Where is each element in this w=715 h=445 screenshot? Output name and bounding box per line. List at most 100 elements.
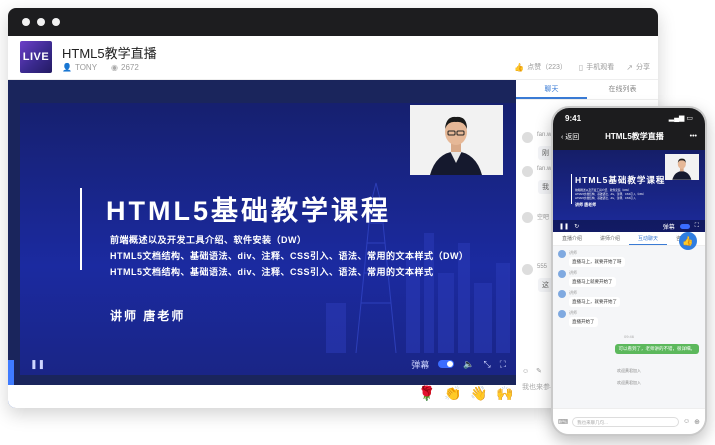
tab-live-intro[interactable]: 直播介绍 xyxy=(553,232,591,245)
chat-name: 555 xyxy=(537,264,548,270)
more-icon[interactable]: ••• xyxy=(690,133,697,140)
phone-nav-title: HTML5教学直播 xyxy=(605,132,664,141)
emoji-icon[interactable]: ☺ xyxy=(683,418,690,425)
window-dot-minimize[interactable] xyxy=(37,18,45,26)
tab-teacher-intro[interactable]: 讲师介绍 xyxy=(591,232,629,245)
chat-time: 09:46 xyxy=(623,334,634,339)
add-icon[interactable]: ⊕ xyxy=(694,418,700,426)
pause-icon[interactable]: ❚❚ xyxy=(30,359,45,370)
phone-danmu-toggle[interactable] xyxy=(679,223,690,229)
author-name: TONY xyxy=(74,63,98,72)
chat-bubble: 直播马上，就要开始了 xyxy=(569,297,620,307)
video-line-3: HTML5文档结构、基础语法、div、注释、CSS引入、语法、常用的文本样式 xyxy=(110,267,434,277)
phone-teacher-portrait xyxy=(665,154,699,180)
share-label: 分享 xyxy=(636,64,650,71)
hands-gift-icon[interactable]: 🙌 xyxy=(496,384,514,402)
phone-title-divider xyxy=(571,174,572,204)
window-dot-close[interactable] xyxy=(22,18,30,26)
view-count-value: 2672 xyxy=(121,63,139,72)
welcome-notice: 欢迎黄君加入 xyxy=(617,368,641,373)
danmu-label: 弹幕 xyxy=(411,359,430,370)
gift-bar: 🌹 👏 👋 🙌 xyxy=(8,385,516,408)
share-icon: ↗ xyxy=(626,62,633,72)
avatar xyxy=(558,310,566,318)
chat-name: 空吧 xyxy=(537,215,550,221)
chat-message: 555 xyxy=(522,264,547,275)
phone-chat: 讲师 直播马上，就要开始了呀 讲师 直播马上就要开始了 讲师 直播马上，就要开始了 讲… xyxy=(553,246,705,410)
chat-tabs: 聊天 在线列表 xyxy=(516,80,658,100)
video-title: HTML5基础教学课程 xyxy=(106,196,391,226)
page-header: LIVE HTML5教学直播 👤 TONY ◉ 2672 👍 点赞（223） ▯ 手机观… xyxy=(8,36,658,80)
teacher-portrait xyxy=(410,105,503,175)
share-action[interactable]: ↗ 分享 xyxy=(626,62,650,72)
window-dot-maximize[interactable] xyxy=(52,18,60,26)
page-title: HTML5教学直播 xyxy=(62,46,157,61)
avatar xyxy=(558,270,566,278)
video-player[interactable]: HTML5基础教学课程 前端概述以及开发工具介绍、软件安装（DW） HTML5文… xyxy=(20,103,516,375)
like-label: 点赞（223） xyxy=(527,64,567,71)
fullscreen-icon[interactable]: ⛶ xyxy=(500,359,506,370)
video-controls: ❚❚ 弹幕 🔈 ⤡ ⛶ xyxy=(20,353,516,375)
my-message: 可以看到了，老师讲的不错，很详细。 xyxy=(614,344,699,354)
tab-interactive-chat[interactable]: 互动聊天 xyxy=(629,232,667,245)
like-action[interactable]: 👍 点赞（223） xyxy=(514,62,567,72)
like-button[interactable]: 👍 xyxy=(679,232,697,250)
chat-name: 讲师 xyxy=(569,290,577,295)
list-item: 讲师 直播马上就要开始了 xyxy=(558,270,616,287)
author: 👤 TONY xyxy=(62,63,97,72)
phone-video-line: HTML5文档结构、基础语法、div、注释、CSS引入 xyxy=(575,197,636,200)
refresh-icon[interactable]: ↻ xyxy=(574,223,579,230)
user-icon: 👤 xyxy=(62,63,72,72)
avatar xyxy=(558,250,566,258)
back-button[interactable]: ‹ 返回 xyxy=(561,132,579,142)
header-actions: 👍 点赞（223） ▯ 手机观看 ↗ 分享 xyxy=(514,62,650,72)
phone-danmu-label: 弹幕 xyxy=(662,224,675,231)
chat-message: fan.w xyxy=(522,166,551,177)
clap-gift-icon[interactable]: 👏 xyxy=(444,384,462,402)
phone-video[interactable]: HTML5基础教学课程 前端概述以及开发工具介绍、软件安装（DW） HTML5文… xyxy=(553,150,705,232)
phone-topbar: 9:41 ▂▄▆ ▭ ‹ 返回 HTML5教学直播 ••• xyxy=(553,108,705,150)
avatar xyxy=(522,166,533,177)
mobile-watch-action[interactable]: ▯ 手机观看 xyxy=(579,62,614,72)
eye-icon: ◉ xyxy=(111,63,119,72)
stage: LIVE HTML5教学直播 👤 TONY ◉ 2672 👍 点赞（223） ▯ 手机观… xyxy=(0,0,715,445)
gift-list: 🌹 👏 👋 🙌 xyxy=(418,384,514,402)
emoji-icon[interactable]: ☺ xyxy=(522,368,529,375)
pip-icon[interactable]: ⤡ xyxy=(483,359,490,370)
phone-fullscreen-icon[interactable]: ⛶ xyxy=(695,223,699,230)
phone-icon: ▯ xyxy=(578,62,584,72)
rose-gift-icon[interactable]: 🌹 xyxy=(418,384,436,402)
chat-name: 讲师 xyxy=(569,270,577,275)
video-line-2: HTML5文档结构、基础语法、div、注释、CSS引入、语法、常用的文本样式（D… xyxy=(110,251,469,261)
wave-gift-icon[interactable]: 👋 xyxy=(470,384,488,402)
tab-online-list[interactable]: 在线列表 xyxy=(587,80,658,99)
live-logo: LIVE xyxy=(20,41,52,73)
chat-message: 空吧 xyxy=(522,212,549,223)
video-line-1: 前端概述以及开发工具介绍、软件安装（DW） xyxy=(110,235,307,245)
video-teacher: 讲师 唐老师 xyxy=(110,309,186,323)
teacher-camera xyxy=(410,105,503,175)
chat-message: fan.w xyxy=(522,132,551,143)
avatar xyxy=(522,264,533,275)
pen-icon[interactable]: ✎ xyxy=(536,367,542,375)
phone-chat-input[interactable]: 我也来聊几句... xyxy=(572,416,679,427)
phone-teacher-camera xyxy=(665,154,699,180)
stream-meta: 👤 TONY ◉ 2672 xyxy=(62,63,139,72)
list-item: 讲师 直播马上，就要开始了呀 xyxy=(558,250,625,267)
danmu-toggle[interactable] xyxy=(438,360,455,368)
chat-name: fan.w xyxy=(537,132,552,138)
chat-bubble: 直播马上，就要开始了呀 xyxy=(569,257,625,267)
avatar xyxy=(522,132,533,143)
tab-chat[interactable]: 聊天 xyxy=(516,80,587,99)
phone-input-bar: ⌨ 我也来聊几句... ☺ ⊕ xyxy=(553,408,705,434)
volume-icon[interactable]: 🔈 xyxy=(463,359,474,370)
keyboard-icon[interactable]: ⌨ xyxy=(558,418,568,426)
mobile-watch-label: 手机观看 xyxy=(586,64,615,71)
phone-pause-icon[interactable]: ❚❚ xyxy=(559,223,569,230)
phone-mockup: 9:41 ▂▄▆ ▭ ‹ 返回 HTML5教学直播 ••• HTML5基础教学课… xyxy=(551,106,707,436)
phone-video-controls: ❚❚ ↻ 弹幕 ⛶ xyxy=(553,220,705,232)
thumb-up-icon: 👍 xyxy=(682,235,694,246)
list-item: 讲师直播马上，就要开始了 xyxy=(558,290,620,307)
thumb-up-icon: 👍 xyxy=(514,62,525,72)
chat-bubble: 直播开始了 xyxy=(569,317,598,327)
